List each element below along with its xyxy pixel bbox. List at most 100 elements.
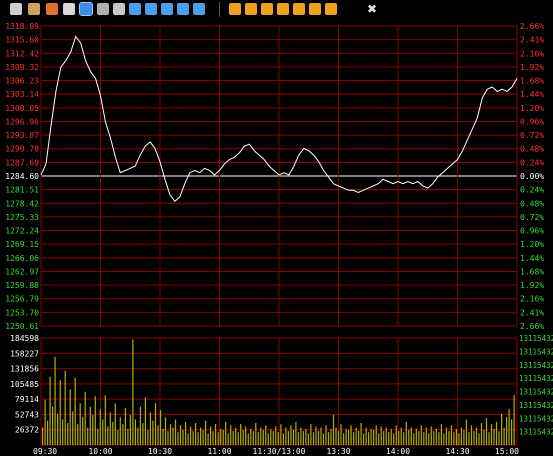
volume-bar: [398, 431, 400, 445]
volume-bar: [187, 433, 189, 445]
volume-bar: [212, 431, 214, 445]
time-tick-label: 14:00: [386, 447, 410, 456]
volume-bar: [368, 432, 370, 445]
volume-bar: [350, 425, 352, 445]
volume-bar: [159, 410, 162, 445]
volume-bar: [498, 431, 500, 445]
line-chart-icon[interactable]: [79, 2, 93, 16]
price-tick-label: 1293.87: [5, 131, 39, 140]
refresh-icon[interactable]: [46, 3, 58, 15]
cursor-icon[interactable]: [10, 3, 22, 15]
volume-bar: [122, 424, 124, 445]
volume-bar: [388, 432, 390, 445]
volume-bar: [480, 423, 483, 445]
volume-bar: [67, 423, 69, 445]
volume-bar: [257, 432, 259, 445]
volume-bar: [292, 429, 294, 445]
price-tick-label: 1266.06: [5, 254, 39, 263]
volume-bar: [423, 432, 425, 445]
volume-bar: [302, 431, 304, 445]
volume-bar: [468, 432, 470, 445]
volume-bar: [245, 426, 247, 445]
volume-bar: [511, 419, 513, 445]
volume-bar: [139, 406, 141, 445]
volume-bar: [200, 427, 202, 445]
volume-bar: [255, 423, 257, 445]
percent-tick-label: 0.96%: [520, 227, 544, 236]
volume-bar: [280, 424, 282, 445]
volume-bar: [373, 429, 375, 445]
percent-tick-label: 0.00%: [520, 172, 544, 181]
volume-bar: [395, 425, 397, 445]
volume-bar: [327, 432, 330, 445]
volume-bar: [144, 397, 146, 445]
volume-bar: [54, 356, 56, 445]
time-tick-label: 10:30: [148, 447, 172, 456]
volume-bar: [44, 399, 46, 445]
volume-bar: [240, 424, 242, 445]
volume-bar: [154, 403, 157, 445]
left-arrow-box-icon[interactable]: [261, 3, 273, 15]
zoom-out-box-icon[interactable]: [309, 3, 321, 15]
volume-bar: [282, 433, 284, 445]
percent-tick-label: 1.68%: [520, 77, 544, 86]
volume-bar: [418, 431, 420, 445]
volume-bar: [265, 425, 267, 445]
intraday-chart: 1318.89 1315.60 1312.42 1309.32 1306.23 1303.…: [0, 20, 553, 456]
volume-bar: [202, 429, 204, 445]
up-arrow-box-icon[interactable]: [229, 3, 241, 15]
volume-bar: [403, 432, 405, 445]
price-tick-label: 1250.61: [5, 322, 39, 331]
mail-icon[interactable]: [113, 3, 125, 15]
right-arrow-box-icon[interactable]: [277, 3, 289, 15]
hand-icon[interactable]: [28, 3, 40, 15]
volume-bar: [380, 426, 382, 445]
volume-bar: [42, 427, 44, 445]
percent-tick-label: 1.92%: [520, 63, 544, 72]
price-tick-label: 1315.60: [5, 36, 39, 45]
volume-bar: [408, 429, 410, 445]
network-icon[interactable]: [97, 3, 109, 15]
volume-bar: [385, 427, 387, 445]
volume-bar: [275, 426, 277, 445]
percent-tick-label: 1.20%: [520, 104, 544, 113]
down-arrow-box-icon[interactable]: [245, 3, 257, 15]
volume-right-tick-label: 13115432: [519, 428, 553, 437]
volume-bar: [47, 420, 49, 445]
zoom-in-box-icon[interactable]: [293, 3, 305, 15]
layers-icon[interactable]: [177, 3, 189, 15]
percent-tick-label: 2.16%: [520, 295, 544, 304]
volume-bar: [277, 432, 279, 445]
volume-bar: [235, 427, 237, 445]
volume-bar: [242, 429, 244, 445]
close-icon[interactable]: ✖: [367, 3, 379, 15]
volume-bar: [340, 424, 342, 445]
pencil-box-icon[interactable]: [325, 3, 337, 15]
price-tick-label: 1287.69: [5, 158, 39, 167]
grid-icon[interactable]: [129, 3, 141, 15]
document-icon[interactable]: [63, 3, 75, 15]
volume-bar: [162, 428, 164, 445]
volume-bar: [312, 432, 315, 445]
volume-bar: [433, 431, 435, 445]
volume-bar: [455, 428, 457, 445]
percent-tick-label: 1.68%: [520, 267, 544, 276]
price-tick-label: 1272.24: [5, 227, 39, 236]
price-tick-label: 1290.78: [5, 145, 39, 154]
volume-right-tick-label: 13115432: [519, 374, 553, 383]
volume-bar: [124, 407, 126, 445]
table-icon[interactable]: [145, 3, 157, 15]
volume-bar: [285, 427, 287, 445]
volume-tick-label: 158227: [10, 349, 39, 358]
volume-bar: [52, 406, 54, 445]
volume-bar: [317, 431, 320, 445]
volume-bar: [353, 432, 355, 445]
volume-bar: [77, 424, 79, 445]
percent-tick-label: 1.44%: [520, 90, 544, 99]
time-tick-label: 11:30/13:00: [253, 447, 306, 456]
volume-bar: [320, 427, 322, 445]
volume-bar: [315, 426, 317, 445]
list-icon[interactable]: [161, 3, 173, 15]
volume-bar: [501, 413, 503, 445]
crossed-grid-icon[interactable]: [193, 3, 205, 15]
